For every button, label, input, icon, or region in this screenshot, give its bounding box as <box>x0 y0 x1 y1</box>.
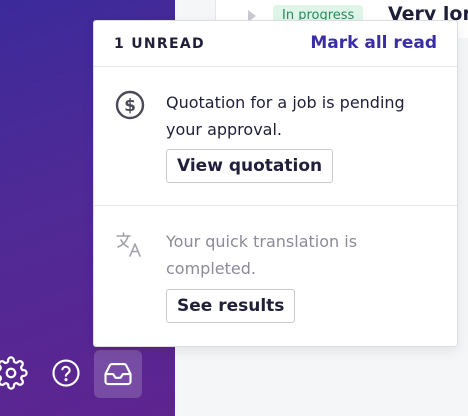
help-button[interactable] <box>43 350 89 396</box>
popover-header: 1 UNREAD Mark all read <box>94 21 457 67</box>
inbox-icon <box>104 362 132 386</box>
notifications-popover: 1 UNREAD Mark all read $ Quotation for a… <box>93 20 458 347</box>
view-quotation-button[interactable]: View quotation <box>166 149 334 183</box>
notification-text: Your quick translation is completed. <box>166 232 358 278</box>
settings-button[interactable] <box>0 350 30 396</box>
notification-text: Quotation for a job is pending your appr… <box>166 93 405 139</box>
dollar-circle-icon: $ <box>115 90 145 120</box>
inbox-button[interactable] <box>94 350 142 398</box>
help-circle-icon <box>52 359 80 387</box>
unread-count: 1 UNREAD <box>114 36 205 52</box>
see-results-button[interactable]: See results <box>166 289 296 323</box>
translate-icon <box>116 232 141 257</box>
gear-icon <box>0 356 28 390</box>
mark-all-read-button[interactable]: Mark all read <box>310 33 437 53</box>
notification-item: Your quick translation is completed. See… <box>94 206 457 346</box>
notification-item: $ Quotation for a job is pending your ap… <box>94 67 457 206</box>
svg-text:$: $ <box>124 96 136 116</box>
